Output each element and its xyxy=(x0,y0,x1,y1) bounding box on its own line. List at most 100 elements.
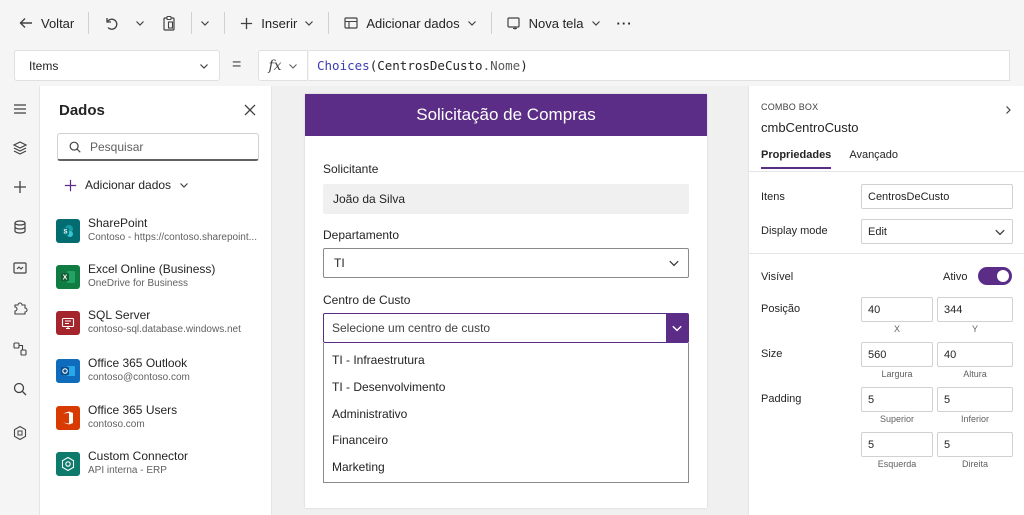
padding-right-input[interactable]: 5 xyxy=(937,432,1013,457)
display-mode-value: Edit xyxy=(868,225,887,238)
office-icon xyxy=(56,406,80,430)
chevron-down-icon xyxy=(288,63,297,69)
formula-paren-close: ) xyxy=(520,58,528,73)
height-input[interactable]: 40 xyxy=(937,342,1013,367)
chevron-down-icon xyxy=(669,260,679,267)
paste-button[interactable] xyxy=(153,8,185,38)
data-panel-title: Dados xyxy=(59,102,105,119)
padding-right-value: 5 xyxy=(944,438,951,451)
position-y-input[interactable]: 344 xyxy=(937,297,1013,322)
database-icon[interactable] xyxy=(11,218,29,236)
connection-office-users[interactable]: Office 365 Users contoso.com xyxy=(56,403,268,443)
padding-label: Padding xyxy=(761,393,802,405)
connection-sharepoint[interactable]: S SharePoint Contoso - https://contoso.s… xyxy=(56,216,268,256)
back-label: Voltar xyxy=(41,15,75,31)
media-icon[interactable] xyxy=(11,259,29,277)
items-input[interactable]: CentrosDeCusto xyxy=(861,184,1013,209)
height-caption: Altura xyxy=(963,369,987,379)
padding-top-input[interactable]: 5 xyxy=(861,387,933,412)
new-screen-label: Nova tela xyxy=(528,15,584,31)
option-item[interactable]: TI - Desenvolvimento xyxy=(332,380,445,394)
display-mode-select[interactable]: Edit xyxy=(861,219,1013,244)
chevron-right-icon[interactable] xyxy=(1003,104,1013,118)
sharepoint-icon: S xyxy=(56,219,80,243)
cost-center-combobox[interactable]: Selecione um centro de custo xyxy=(323,313,689,343)
option-item[interactable]: Financeiro xyxy=(332,433,388,447)
connection-sql-server[interactable]: SQL Server contoso-sql.database.windows.… xyxy=(56,308,268,348)
combobox-toggle-button[interactable] xyxy=(666,314,688,342)
connection-name: Office 365 Outlook xyxy=(88,356,188,370)
department-value: TI xyxy=(334,256,345,270)
add-data-link[interactable]: Adicionar dados xyxy=(64,178,189,192)
padding-left-caption: Esquerda xyxy=(877,459,917,469)
hamburger-icon[interactable] xyxy=(11,100,29,118)
toolbar-divider xyxy=(328,12,330,34)
new-screen-button[interactable]: Nova tela xyxy=(498,8,609,38)
connection-detail: contoso@contoso.com xyxy=(88,372,190,383)
option-item[interactable]: Administrativo xyxy=(332,407,407,421)
design-canvas: Solicitação de Compras Solicitante João … xyxy=(272,86,748,515)
puzzle-icon[interactable] xyxy=(11,299,29,317)
cost-center-placeholder: Selecione um centro de custo xyxy=(332,321,491,335)
toolbar-divider xyxy=(88,12,90,34)
undo-button[interactable] xyxy=(95,8,127,38)
padding-top-value: 5 xyxy=(868,393,875,406)
connection-detail: API interna - ERP xyxy=(88,465,167,476)
visible-state: Ativo xyxy=(943,271,968,283)
position-y-value: 344 xyxy=(944,303,963,316)
back-button[interactable]: Voltar xyxy=(10,8,82,38)
plus-icon xyxy=(241,17,253,29)
tab-advanced[interactable]: Avançado xyxy=(849,149,898,169)
insert-button[interactable]: Inserir xyxy=(231,8,322,38)
department-dropdown[interactable]: TI xyxy=(323,248,689,278)
option-item[interactable]: TI - Infraestrutura xyxy=(332,353,425,367)
chevron-down-icon xyxy=(591,21,600,26)
tab-properties[interactable]: Propriedades xyxy=(761,149,832,169)
control-type: COMBO BOX xyxy=(761,102,819,112)
cost-center-label: Centro de Custo xyxy=(323,293,411,307)
search-box xyxy=(57,133,259,161)
paste-menu-button[interactable] xyxy=(192,8,218,38)
control-name: cmbCentroCusto xyxy=(761,120,859,135)
connection-text: Custom Connector API interna - ERP xyxy=(88,449,260,478)
fx-icon: fx xyxy=(268,57,282,74)
position-x-input[interactable]: 40 xyxy=(861,297,933,322)
chevron-down-icon xyxy=(672,325,682,332)
width-input[interactable]: 560 xyxy=(861,342,933,367)
component-icon[interactable] xyxy=(11,424,29,442)
formula-input[interactable]: Choices(CentrosDeCusto .Nome) xyxy=(309,50,1010,81)
connection-name: SQL Server xyxy=(88,308,151,322)
add-data-label: Adicionar dados xyxy=(366,15,460,31)
display-mode-label: Display mode xyxy=(761,225,828,237)
size-label: Size xyxy=(761,348,783,360)
plus-icon[interactable] xyxy=(11,178,29,196)
visible-toggle[interactable] xyxy=(978,267,1012,285)
connection-text: Excel Online (Business) OneDrive for Bus… xyxy=(88,262,260,291)
more-icon: ··· xyxy=(616,15,633,31)
flow-icon[interactable] xyxy=(11,340,29,358)
search-icon[interactable] xyxy=(11,380,29,398)
add-data-button[interactable]: Adicionar dados xyxy=(335,8,484,38)
search-input[interactable] xyxy=(90,139,240,154)
connection-outlook[interactable]: Office 365 Outlook contoso@contoso.com xyxy=(56,356,268,396)
command-bar: Voltar Inserir Adicionar dados Nova tela… xyxy=(0,0,1024,46)
close-icon[interactable] xyxy=(244,103,256,121)
back-arrow-icon xyxy=(19,18,32,28)
option-item[interactable]: Marketing xyxy=(332,460,385,474)
padding-top-caption: Superior xyxy=(879,414,915,424)
undo-menu-button[interactable] xyxy=(127,8,153,38)
more-options-button[interactable]: ··· xyxy=(609,8,641,38)
equals-sign: = xyxy=(232,56,242,73)
layers-icon[interactable] xyxy=(11,139,29,157)
padding-bottom-caption: Inferior xyxy=(960,414,989,424)
property-selector[interactable]: Items xyxy=(14,50,220,81)
padding-right-caption: Direita xyxy=(961,459,988,469)
fx-button[interactable]: fx xyxy=(258,50,308,81)
height-value: 40 xyxy=(944,348,957,361)
connection-excel[interactable]: X Excel Online (Business) OneDrive for B… xyxy=(56,262,268,302)
connection-custom-connector[interactable]: Custom Connector API interna - ERP xyxy=(56,449,268,489)
padding-left-input[interactable]: 5 xyxy=(861,432,933,457)
toolbar-divider xyxy=(224,12,226,34)
chevron-down-icon xyxy=(180,183,188,188)
padding-bottom-input[interactable]: 5 xyxy=(937,387,1013,412)
